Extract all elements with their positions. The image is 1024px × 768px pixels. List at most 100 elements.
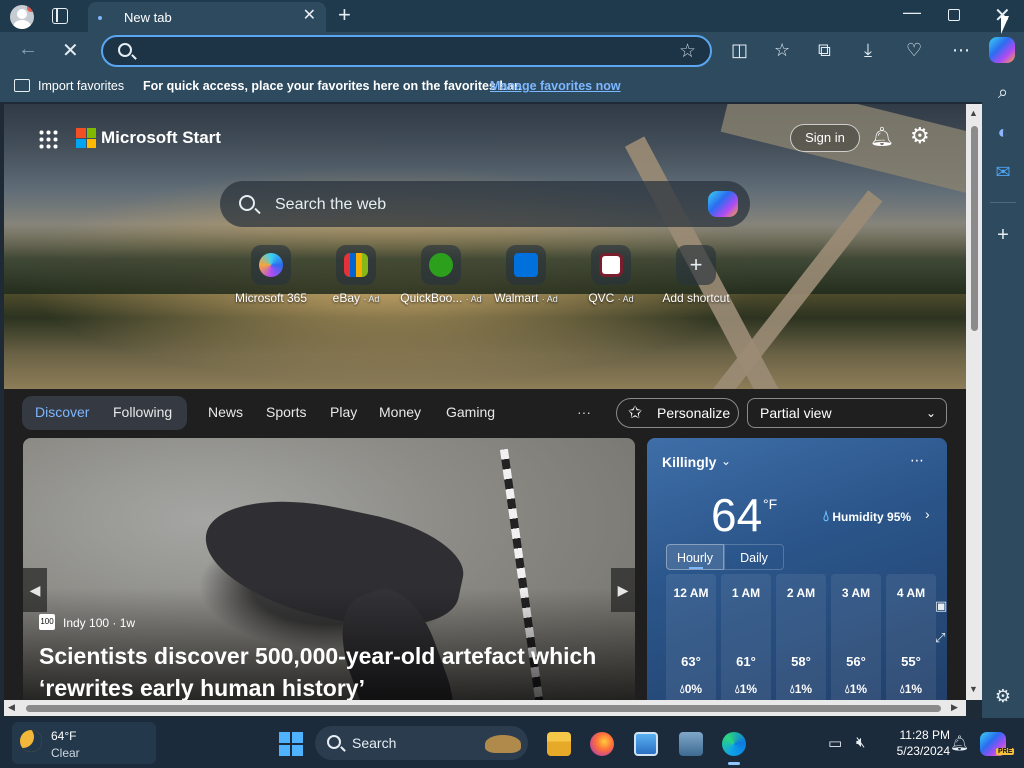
browser-essentials-icon[interactable]: ♡ [906,38,922,62]
shortcut-quickbooks[interactable]: QuickBoo... · Ad [396,245,486,305]
firefox-icon[interactable] [590,732,614,756]
add-shortcut-button[interactable]: + Add shortcut [651,245,741,305]
carousel-prev-button[interactable]: ◀ [23,568,47,612]
tab-close-icon[interactable]: ✕ [303,8,316,24]
weather-image-icon[interactable]: ▣ [935,598,947,614]
web-search-input[interactable] [275,194,675,216]
back-arrow-icon[interactable]: ← [18,38,38,61]
hourly-forecast-item: 1 AM 61° 💧︎1% [721,574,771,700]
story-headline[interactable]: Scientists discover 500,000-year-old art… [39,640,619,700]
tab-gaming[interactable]: Gaming [446,404,495,420]
tab-new-tab[interactable]: New tab ✕ [88,2,326,32]
tab-play[interactable]: Play [330,404,357,420]
collections-icon[interactable]: ⧉ [818,38,831,62]
minimize-button[interactable]: — [903,2,921,23]
taskbar-weather-temp: 64°F [51,729,77,743]
search-highlight-turtle-icon [485,735,521,753]
sidebar-copilot-icon[interactable]: ◐ [993,122,1013,143]
address-input[interactable] [145,41,665,63]
horizontal-scrollbar[interactable]: ◀ ▶ [4,700,966,716]
tab-actions-icon[interactable] [52,8,68,24]
new-tab-button[interactable]: + [338,4,351,26]
scroll-thumb[interactable] [971,126,978,331]
page-settings-gear-icon[interactable]: ⚙ [910,123,930,149]
manage-favorites-link[interactable]: Manage favorites now [490,79,621,93]
forecast-precip: 💧︎1% [844,682,868,696]
logo-square [86,138,96,148]
tab-daily[interactable]: Daily [724,544,784,570]
tab-hourly[interactable]: Hourly [666,544,724,570]
tab-following[interactable]: Following [113,404,172,420]
weather-more-icon[interactable]: ⋯ [910,452,924,469]
search-icon [327,735,341,749]
address-bar[interactable]: ☆ [101,35,712,67]
vertical-scrollbar[interactable]: ▲ ▼ [966,104,982,700]
copilot-icon[interactable] [989,37,1015,63]
stop-loading-icon[interactable]: ✕ [62,38,79,63]
scroll-thumb[interactable] [26,705,941,712]
carousel-next-button[interactable]: ▶ [611,568,635,612]
windows-start-icon[interactable] [279,732,303,756]
sign-in-button[interactable]: Sign in [790,124,860,152]
tab-discover[interactable]: Discover [35,404,89,420]
split-screen-icon[interactable]: ◫ [731,38,748,62]
sidebar-settings-icon[interactable]: ⚙ [993,686,1013,707]
mouse-cursor [1001,16,1009,34]
scroll-up-arrow[interactable]: ▲ [969,108,978,118]
shortcut-qvc[interactable]: QVC · Ad [566,245,656,305]
feed-more-button[interactable]: ··· [577,404,591,420]
forecast-temp: 63° [681,654,701,669]
shortcut-walmart[interactable]: Walmart · Ad [481,245,571,305]
logo-square [76,128,86,138]
taskbar-search[interactable]: Search [315,726,528,760]
expand-icon[interactable]: ⤢ [935,630,945,646]
weather-city[interactable]: Killingly [662,454,716,470]
notifications-bell-icon[interactable]: 🔔︎ [870,125,894,149]
volume-muted-icon[interactable]: 🔇︎ [856,734,865,751]
tab-news[interactable]: News [208,404,243,420]
sidebar-outlook-icon[interactable]: ✉ [993,162,1013,183]
sidebar-search-icon[interactable]: ⌕ [993,82,1013,103]
scroll-down-arrow[interactable]: ▼ [969,684,978,694]
forecast-precip: 💧︎1% [734,682,758,696]
profile-avatar[interactable] [10,5,34,29]
web-search-box[interactable] [220,181,750,227]
title-bar: New tab ✕ + — ✕ [0,0,1024,32]
notification-bell-icon[interactable]: 🔔︎ [950,734,969,752]
qvc-icon [599,253,623,277]
hero-story-card[interactable]: ◀ ▶ 100 Indy 100 · 1w Scientists discove… [23,438,635,700]
sidebar-add-icon[interactable]: + [993,224,1013,247]
shortcut-ebay[interactable]: eBay · Ad [311,245,401,305]
downloads-icon[interactable]: ⤓ [864,38,872,62]
edge-browser-icon[interactable] [722,732,746,756]
forecast-time: 2 AM [786,586,816,600]
chevron-down-icon[interactable]: ⌄ [721,454,731,468]
display-tray-icon[interactable]: ▭ [828,734,842,752]
shortcut-microsoft-365[interactable]: Microsoft 365 [226,245,316,305]
weather-humidity[interactable]: 💧︎ Humidity 95% [823,508,911,525]
tab-money[interactable]: Money [379,404,421,420]
scroll-right-arrow[interactable]: ▶ [951,702,958,713]
taskbar-search-label: Search [352,735,397,751]
favorites-icon[interactable]: ☆ [774,38,790,62]
sidebar-divider [990,202,1016,203]
copilot-search-icon[interactable] [708,191,738,217]
taskbar-weather-widget[interactable]: 64°F Clear [12,722,156,764]
favorite-star-icon[interactable]: ☆ [679,40,696,63]
chevron-right-icon[interactable]: › [925,506,930,522]
network-app-icon[interactable] [679,732,703,756]
personalize-button[interactable]: ✩ Personalize [616,398,739,428]
favorites-bar-message: For quick access, place your favorites h… [143,79,522,93]
system-clock[interactable]: 11:28 PM 5/23/2024 [880,727,950,759]
maximize-button[interactable] [948,9,960,21]
remote-desktop-icon[interactable] [634,732,658,756]
quickbooks-icon [429,253,453,277]
app-launcher-icon[interactable] [38,129,58,149]
scroll-left-arrow[interactable]: ◀ [8,702,15,713]
tab-sports[interactable]: Sports [266,404,306,420]
weather-card[interactable]: Killingly ⌄ ⋯ 64 °F 💧︎ Humidity 95% › Ho… [647,438,947,700]
view-select-dropdown[interactable]: Partial view ⌄ [747,398,947,428]
more-menu-icon[interactable]: ⋯ [952,38,970,62]
import-favorites-button[interactable]: Import favorites [38,79,124,93]
file-explorer-icon[interactable] [547,732,571,756]
